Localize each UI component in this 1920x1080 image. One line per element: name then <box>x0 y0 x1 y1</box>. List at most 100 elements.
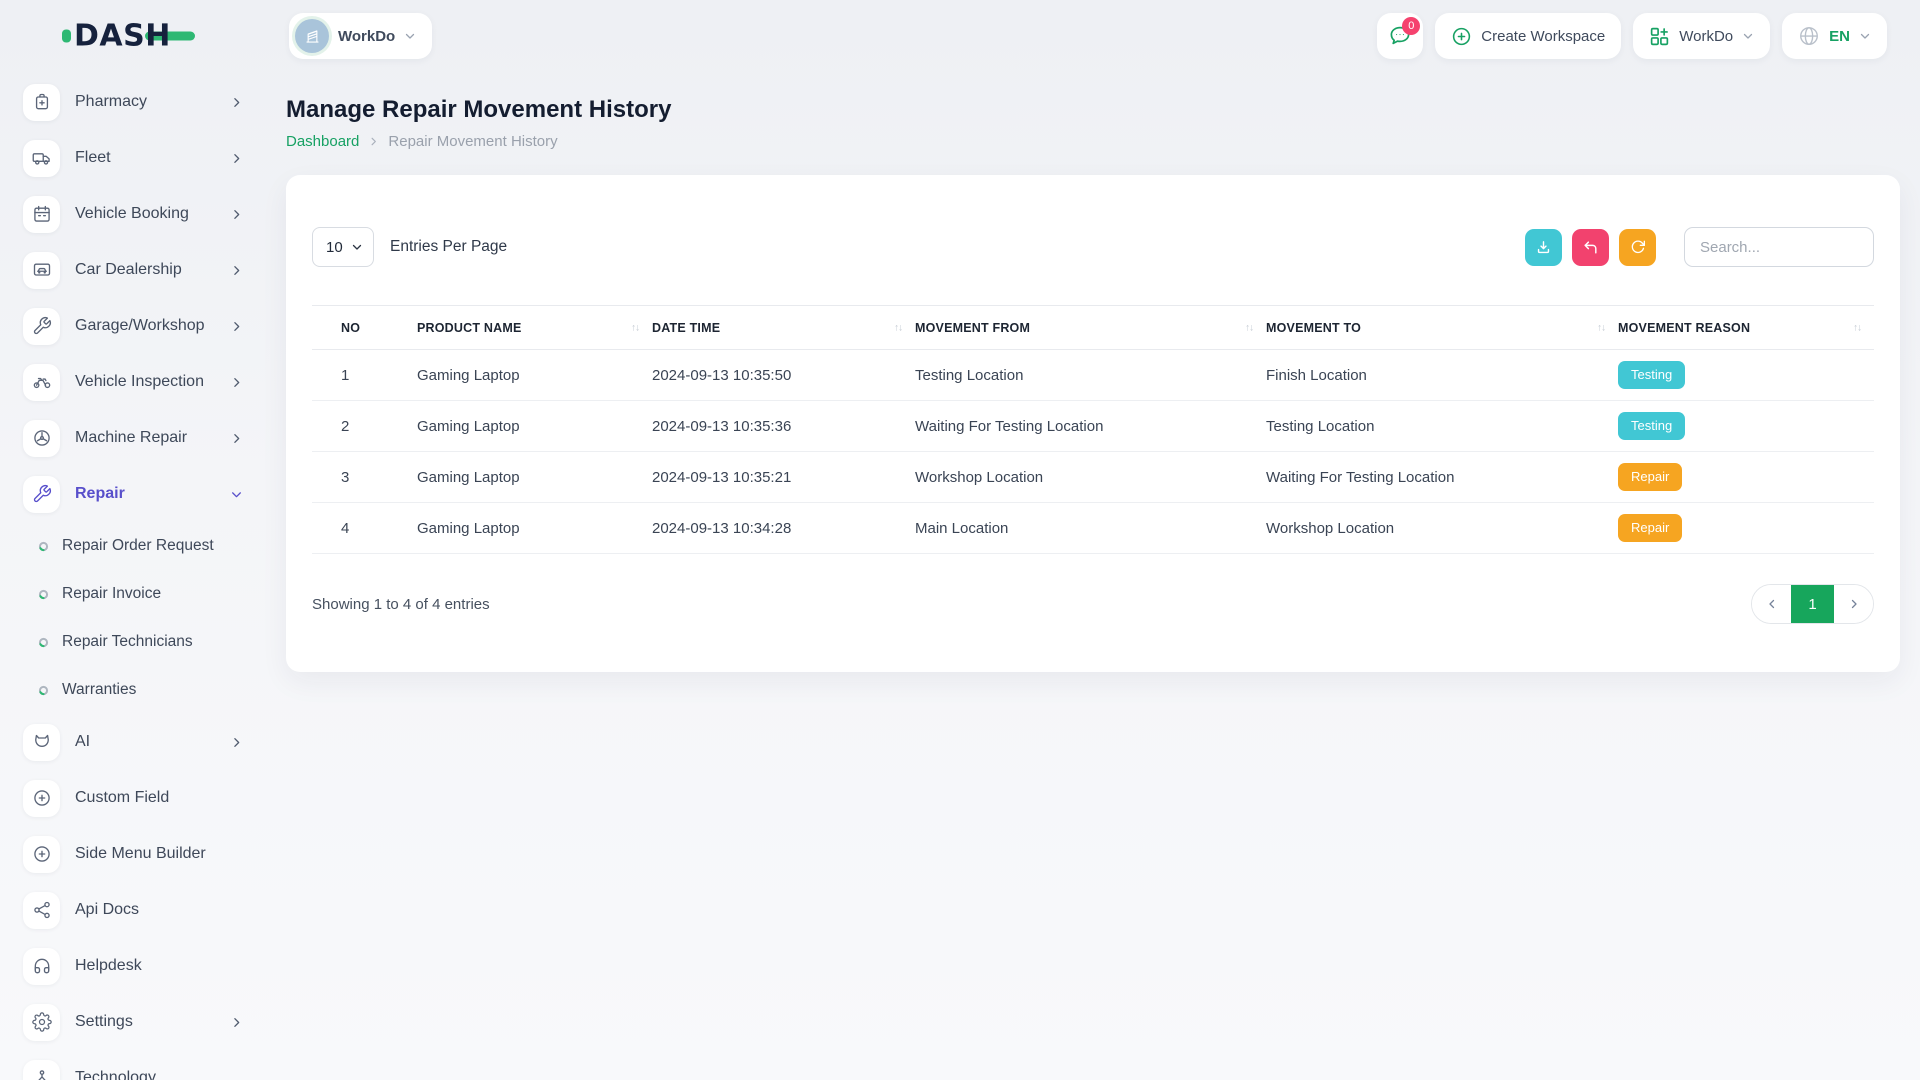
sidebar-subitem-repair-technicians[interactable]: Repair Technicians <box>0 618 265 666</box>
download-icon <box>1535 239 1552 256</box>
sidebar-item-fleet[interactable]: Fleet <box>0 130 265 186</box>
sidebar-subitem-warranties[interactable]: Warranties <box>0 666 265 714</box>
cell-movement-reason: Repair <box>1618 503 1874 554</box>
messages-count-badge: 0 <box>1402 17 1420 35</box>
column-header-movement-reason[interactable]: MOVEMENT REASON↑↓ <box>1618 306 1874 350</box>
reason-badge: Testing <box>1618 361 1685 389</box>
sidebar-item-label: Custom Field <box>75 789 243 807</box>
sidebar-item-pharmacy[interactable]: Pharmacy <box>0 74 265 130</box>
org-switcher[interactable]: WorkDo <box>1633 13 1770 59</box>
cell-product: Gaming Laptop <box>417 350 652 401</box>
cell-movement-to: Waiting For Testing Location <box>1266 452 1618 503</box>
reason-badge: Testing <box>1618 412 1685 440</box>
sidebar-item-machine-repair[interactable]: Machine Repair <box>0 410 265 466</box>
sort-icon[interactable]: ↑↓ <box>894 322 902 333</box>
entries-per-page-label: Entries Per Page <box>390 238 507 256</box>
main-content: Manage Repair Movement History Dashboard… <box>265 72 1920 1080</box>
cell-movement-from: Workshop Location <box>915 452 1266 503</box>
next-page-button[interactable] <box>1834 585 1873 623</box>
brand-logo[interactable]: DASH <box>62 19 195 54</box>
wrench-icon <box>23 476 60 513</box>
create-workspace-button[interactable]: Create Workspace <box>1435 13 1621 59</box>
language-code: EN <box>1829 28 1850 45</box>
chevron-right-icon <box>230 208 243 221</box>
donut-icon <box>38 685 49 696</box>
table-row: 3 Gaming Laptop 2024-09-13 10:35:21 Work… <box>312 452 1874 503</box>
sidebar-item-helpdesk[interactable]: Helpdesk <box>0 938 265 994</box>
cell-product: Gaming Laptop <box>417 503 652 554</box>
column-header-movement-to[interactable]: MOVEMENT TO↑↓ <box>1266 306 1618 350</box>
plus-circle-icon <box>1451 26 1472 47</box>
export-button[interactable] <box>1525 229 1562 266</box>
sidebar-item-label: Vehicle Booking <box>75 205 230 223</box>
content-card: 10 Entries Per Page <box>286 175 1900 672</box>
chevron-right-icon <box>230 264 243 277</box>
sidebar-item-garage-workshop[interactable]: Garage/Workshop <box>0 298 265 354</box>
topbar: DASH WorkDo 0 Create Workspace WorkDo <box>0 0 1920 72</box>
language-selector[interactable]: EN <box>1782 13 1887 59</box>
sidebar-item-vehicle-inspection[interactable]: Vehicle Inspection <box>0 354 265 410</box>
entries-per-page-select[interactable]: 10 <box>312 227 374 267</box>
workspace-name: WorkDo <box>338 28 395 45</box>
refresh-button[interactable] <box>1619 229 1656 266</box>
page-title: Manage Repair Movement History <box>286 96 1900 124</box>
chevron-down-icon <box>1742 30 1754 42</box>
sidebar-item-api-docs[interactable]: Api Docs <box>0 882 265 938</box>
cell-movement-reason: Repair <box>1618 452 1874 503</box>
table-row: 4 Gaming Laptop 2024-09-13 10:34:28 Main… <box>312 503 1874 554</box>
column-header-movement-from[interactable]: MOVEMENT FROM↑↓ <box>915 306 1266 350</box>
reason-badge: Repair <box>1618 514 1682 542</box>
search-input[interactable] <box>1684 227 1874 267</box>
logo-dot-icon <box>62 30 71 43</box>
org-label: WorkDo <box>1679 28 1733 45</box>
sidebar-item-label: Garage/Workshop <box>75 317 230 335</box>
plus-circle-icon <box>23 780 60 817</box>
cell-no: 2 <box>312 401 417 452</box>
back-button[interactable] <box>1572 229 1609 266</box>
cell-datetime: 2024-09-13 10:35:50 <box>652 350 915 401</box>
topbar-actions: 0 Create Workspace WorkDo EN <box>1377 13 1887 59</box>
column-header-date-time[interactable]: DATE TIME↑↓ <box>652 306 915 350</box>
showing-entries-text: Showing 1 to 4 of 4 entries <box>312 596 490 613</box>
network-hub-icon <box>23 1060 60 1080</box>
cell-no: 1 <box>312 350 417 401</box>
movement-history-table: NO PRODUCT NAME↑↓ DATE TIME↑↓ MOVEMENT F… <box>312 305 1874 554</box>
sidebar-item-repair[interactable]: Repair <box>0 466 265 522</box>
sort-icon[interactable]: ↑↓ <box>1245 322 1253 333</box>
sidebar-item-car-dealership[interactable]: Car Dealership <box>0 242 265 298</box>
column-header-product-name[interactable]: PRODUCT NAME↑↓ <box>417 306 652 350</box>
sidebar-item-technology[interactable]: Technology <box>0 1050 265 1080</box>
sort-icon[interactable]: ↑↓ <box>1597 322 1605 333</box>
sidebar-item-settings[interactable]: Settings <box>0 994 265 1050</box>
cell-product: Gaming Laptop <box>417 452 652 503</box>
previous-page-button[interactable] <box>1752 585 1791 623</box>
sidebar-item-label: Repair <box>75 485 230 503</box>
cell-datetime: 2024-09-13 10:34:28 <box>652 503 915 554</box>
sort-icon[interactable]: ↑↓ <box>631 322 639 333</box>
sidebar-subitem-repair-order-request[interactable]: Repair Order Request <box>0 522 265 570</box>
current-page-button[interactable]: 1 <box>1791 585 1834 623</box>
sidebar-item-ai[interactable]: AI <box>0 714 265 770</box>
breadcrumb-dashboard-link[interactable]: Dashboard <box>286 133 359 150</box>
sidebar-item-label: Settings <box>75 1013 230 1031</box>
sidebar-item-vehicle-booking[interactable]: Vehicle Booking <box>0 186 265 242</box>
chevron-right-icon <box>230 96 243 109</box>
sidebar-item-label: Machine Repair <box>75 429 230 447</box>
sidebar-item-side-menu-builder[interactable]: Side Menu Builder <box>0 826 265 882</box>
sidebar-item-label: Pharmacy <box>75 93 230 111</box>
sidebar-subitem-repair-invoice[interactable]: Repair Invoice <box>0 570 265 618</box>
undo-arrow-icon <box>1582 239 1599 256</box>
chevron-right-icon <box>230 320 243 333</box>
table-header: NO PRODUCT NAME↑↓ DATE TIME↑↓ MOVEMENT F… <box>312 306 1874 350</box>
sidebar-item-custom-field[interactable]: Custom Field <box>0 770 265 826</box>
headphones-icon <box>23 948 60 985</box>
donut-icon <box>38 589 49 600</box>
cell-datetime: 2024-09-13 10:35:21 <box>652 452 915 503</box>
share-nodes-icon <box>23 892 60 929</box>
messages-button[interactable]: 0 <box>1377 13 1423 59</box>
first-aid-bag-icon <box>23 84 60 121</box>
workspace-selector[interactable]: WorkDo <box>289 13 432 59</box>
sidebar-item-label: Vehicle Inspection <box>75 373 230 391</box>
gear-icon <box>23 1004 60 1041</box>
sort-icon[interactable]: ↑↓ <box>1853 322 1861 333</box>
